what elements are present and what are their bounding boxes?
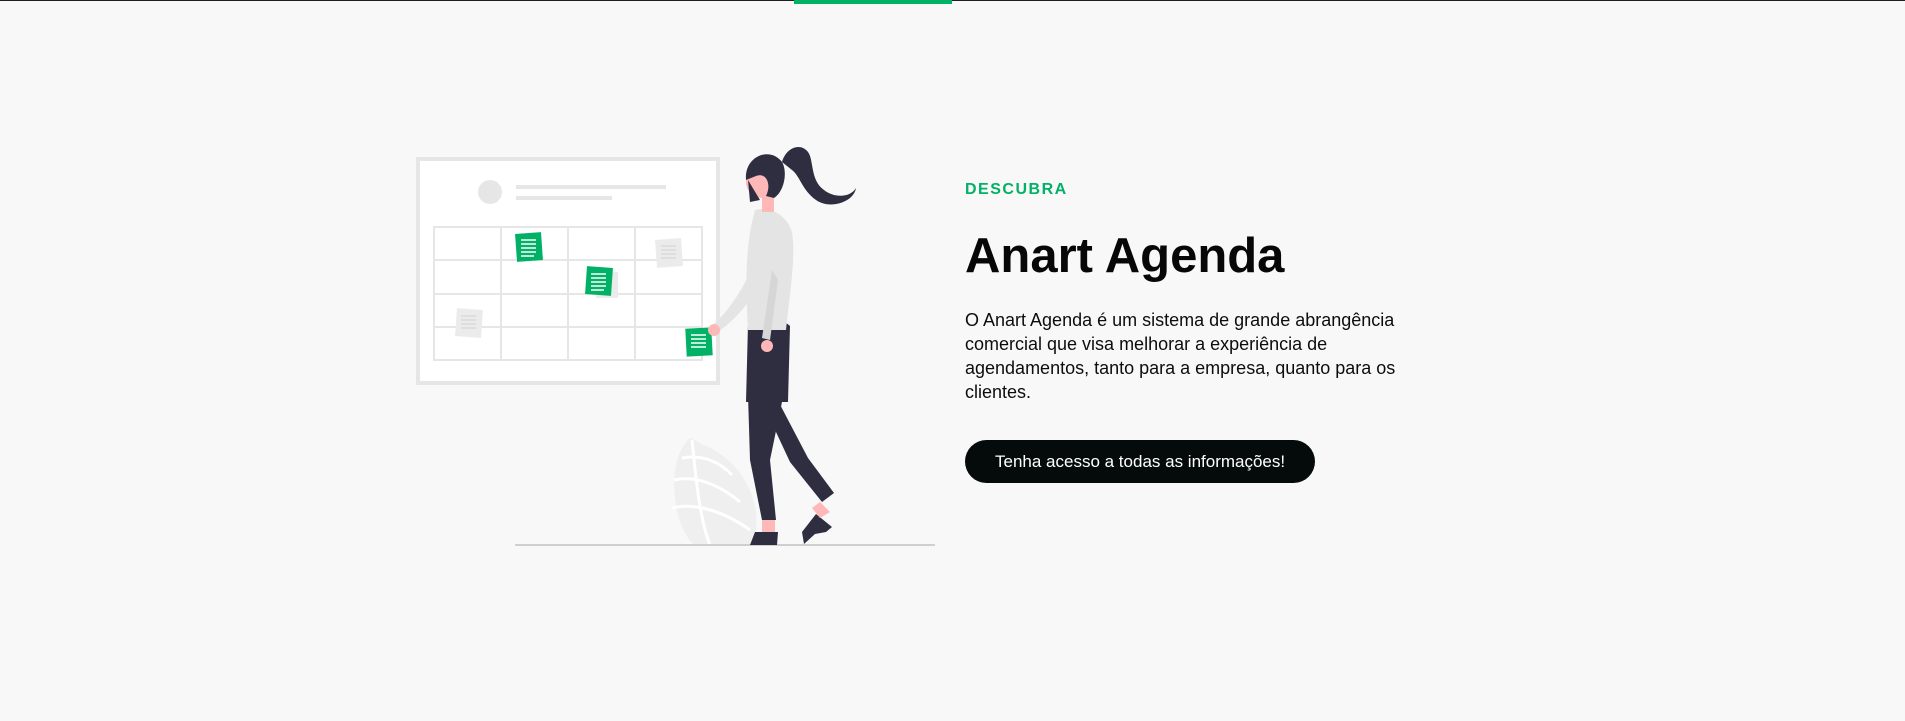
board-avatar-icon bbox=[478, 180, 502, 204]
woman-with-calendar-board-illustration bbox=[416, 147, 935, 546]
hero-title: Anart Agenda bbox=[965, 229, 1285, 283]
hero-content: DESCUBRA Anart Agenda O Anart Agenda é u… bbox=[965, 180, 1425, 483]
page: DESCUBRA Anart Agenda O Anart Agenda é u… bbox=[0, 0, 1905, 721]
hero-eyebrow: DESCUBRA bbox=[965, 181, 1068, 198]
top-border bbox=[0, 0, 1905, 1]
green-sticky-note-icon bbox=[585, 266, 613, 296]
gray-sticky-note-icon bbox=[455, 308, 483, 338]
green-sticky-note-icon bbox=[515, 232, 543, 262]
access-info-button[interactable]: Tenha acesso a todas as informações! bbox=[965, 440, 1316, 483]
calendar-board bbox=[416, 157, 720, 385]
gray-sticky-note-icon bbox=[655, 238, 683, 268]
hero-description: O Anart Agenda é um sistema de grande ab… bbox=[965, 310, 1396, 402]
plant-leaf-icon bbox=[671, 438, 757, 546]
nav-active-indicator bbox=[794, 0, 952, 4]
